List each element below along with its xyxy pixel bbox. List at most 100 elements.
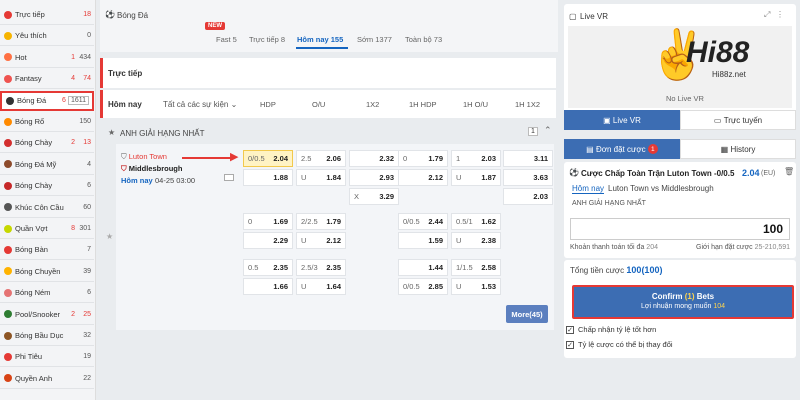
sidebar-item-label: Hot	[15, 52, 27, 62]
tab-early[interactable]: Sớm 1377	[357, 35, 392, 44]
tab-all[interactable]: Toàn bộ 73	[405, 35, 442, 44]
odds-cell-x12[interactable]: 2.93	[349, 169, 399, 186]
odds-cell-h1ou[interactable]: U 2.38	[451, 232, 501, 249]
col-1h-1x2: 1H 1X2	[515, 100, 541, 109]
sidebar-item[interactable]: Quần Vợt 8 301	[0, 219, 94, 239]
event-filter-select[interactable]: Tất cả các sự kiện ⌄	[163, 100, 237, 109]
odds-value: 1.59	[428, 236, 443, 245]
odds-cell-x12[interactable]: 2.32	[349, 150, 399, 167]
more-options-icon[interactable]: ⋮	[776, 10, 784, 19]
sidebar-item[interactable]: Bóng Bàn 7	[0, 240, 94, 261]
odds-cell-h1ou[interactable]: 0.5/1 1.62	[451, 213, 501, 230]
odds-cell-h1hdp[interactable]: 0 1.79	[398, 150, 448, 167]
odds-cell-h1ou[interactable]: 1/1.5 2.58	[451, 259, 501, 276]
odds-value: 2.32	[379, 154, 394, 163]
sidebar-item[interactable]: Phi Tiêu 19	[0, 347, 94, 368]
sport-icon	[4, 181, 12, 190]
league-row[interactable]: ★ ANH GIẢI HẠNG NHẤT 1 ⌃	[100, 124, 556, 142]
sidebar-item[interactable]: Hot 1 434	[0, 48, 94, 68]
more-markets-button[interactable]: More(45)	[506, 305, 548, 323]
odds-cell-hdp[interactable]: 1.66	[243, 278, 293, 295]
odds-cell-h1ou[interactable]: 1 2.03	[451, 150, 501, 167]
sidebar-item[interactable]: Yêu thích 0	[0, 26, 94, 47]
sidebar-item-label: Bóng Rổ	[15, 117, 45, 126]
odds-cell-x12[interactable]: X 3.29	[349, 188, 399, 205]
odds-cell-ou[interactable]: 2.5 2.06	[296, 150, 346, 167]
tab-today[interactable]: Hôm nay 155	[297, 35, 343, 44]
sidebar-live-count: 8	[71, 225, 75, 232]
history-icon: ▦	[720, 144, 729, 154]
bet-title: Cược Chấp Toàn Trận Luton Town -0/0.5	[581, 169, 735, 178]
odds-cell-h1x12[interactable]: 2.03	[503, 188, 553, 205]
tab-fast5[interactable]: Fast 5	[216, 35, 237, 44]
odds-cell-h1hdp[interactable]: 2.12	[398, 169, 448, 186]
sidebar-item-label: Bóng Chày	[15, 181, 53, 191]
sidebar-item[interactable]: Trực tiếp 18	[0, 5, 94, 25]
star-icon[interactable]: ★	[108, 128, 115, 137]
sidebar-item[interactable]: Bóng Đá 6 1611	[0, 90, 94, 111]
handicap-value: 0/0.5	[403, 282, 420, 291]
sidebar-item[interactable]: Bóng Chày 6	[0, 176, 94, 197]
odds-cell-h1x12[interactable]: 3.63	[503, 169, 553, 186]
accept-better-odds-option[interactable]: ✓ Chấp nhận tỷ lệ tốt hơn	[566, 325, 656, 334]
bet-slip-tab[interactable]: ▤ Đơn đặt cược 1	[564, 139, 680, 159]
odds-cell-h1ou[interactable]: U 1.53	[451, 278, 501, 295]
odds-value: 1.87	[481, 173, 496, 182]
checkbox-checked-icon[interactable]: ✓	[566, 340, 574, 349]
sidebar-item[interactable]: Bóng Rổ 150	[0, 112, 94, 132]
stats-icon[interactable]	[224, 174, 234, 181]
sport-icon	[4, 160, 12, 169]
confirm-bets-button[interactable]: Confirm (1) Bets Lợi nhuận mong muốn 104	[572, 285, 794, 319]
odds-cell-hdp[interactable]: 0 1.69	[243, 213, 293, 230]
video-placeholder: ✌ Hi88 Hi88z.net No Live VR	[568, 26, 792, 108]
arrow-head-icon: ▶	[230, 151, 239, 163]
odds-cell-h1hdp[interactable]: 1.59	[398, 232, 448, 249]
sidebar-item[interactable]: Quyền Anh 22	[0, 369, 94, 389]
sidebar-item-count: 0	[87, 32, 91, 40]
sidebar-item[interactable]: Fantasy 4 74	[0, 69, 94, 90]
sidebar-live-count: 2	[71, 310, 75, 318]
stake-input[interactable]: 100	[570, 218, 790, 240]
sidebar-item[interactable]: Bóng Ném 6	[0, 283, 94, 304]
sidebar-item-count: 150	[79, 118, 91, 125]
odds-cell-hdp[interactable]: 1.88	[243, 169, 293, 186]
odds-cell-ou[interactable]: 2/2.5 1.79	[296, 213, 346, 230]
league-name: ANH GIẢI HẠNG NHẤT	[120, 129, 205, 138]
odds-value: 2.35	[273, 263, 288, 272]
live-vr-tab[interactable]: ▣ Live VR	[564, 110, 680, 130]
sidebar-item[interactable]: Khúc Côn Cầu 60	[0, 198, 94, 218]
odds-cell-h1ou[interactable]: U 1.87	[451, 169, 501, 186]
sidebar-item[interactable]: Bóng Chuyền 39	[0, 262, 94, 282]
sidebar-item[interactable]: Bóng Bầu Dục 32	[0, 326, 94, 346]
odds-cell-h1hdp[interactable]: 1.44	[398, 259, 448, 276]
odds-cell-h1x12[interactable]: 3.11	[503, 150, 553, 167]
live-section-row[interactable]: Trực tiếp	[100, 58, 556, 88]
sidebar-item[interactable]: Pool/Snooker 2 25	[0, 305, 94, 325]
delete-icon[interactable]: 🗑	[784, 167, 794, 176]
tab-live[interactable]: Trực tiếp 8	[249, 35, 285, 44]
chevron-down-icon: ⌄	[230, 100, 238, 109]
brand-url: Hi88z.net	[712, 70, 746, 79]
sport-icon	[4, 53, 12, 62]
favorite-star-icon[interactable]: ★	[106, 232, 113, 241]
collapse-icon[interactable]: ⌃	[544, 125, 552, 136]
odds-may-change-option[interactable]: ✓ Tỷ lệ cược có thể bị thay đổi	[566, 340, 673, 349]
sidebar-item[interactable]: Bóng Đá Mỹ 4	[0, 155, 94, 175]
sidebar-item-count: 4	[87, 160, 91, 168]
online-tab[interactable]: ▭ Trực tuyến	[680, 110, 796, 130]
expand-icon[interactable]: ⤢	[764, 10, 770, 20]
odds-cell-ou[interactable]: U 1.64	[296, 278, 346, 295]
odds-cell-hdp[interactable]: 2.29	[243, 232, 293, 249]
history-tab[interactable]: ▦ History	[680, 139, 796, 159]
odds-cell-ou[interactable]: U 1.84	[296, 169, 346, 186]
odds-cell-ou[interactable]: 2.5/3 2.35	[296, 259, 346, 276]
sidebar-item[interactable]: Bóng Chày 2 13	[0, 133, 94, 154]
sidebar-item-label: Bóng Đá	[17, 96, 47, 106]
odds-cell-h1hdp[interactable]: 0/0.5 2.85	[398, 278, 448, 295]
sport-icon	[4, 288, 12, 297]
checkbox-checked-icon[interactable]: ✓	[566, 325, 574, 334]
odds-cell-hdp[interactable]: 0/0.5 2.04	[243, 150, 293, 167]
odds-cell-ou[interactable]: U 2.12	[296, 232, 346, 249]
odds-cell-h1hdp[interactable]: 0/0.5 2.44	[398, 213, 448, 230]
odds-cell-hdp[interactable]: 0.5 2.35	[243, 259, 293, 276]
